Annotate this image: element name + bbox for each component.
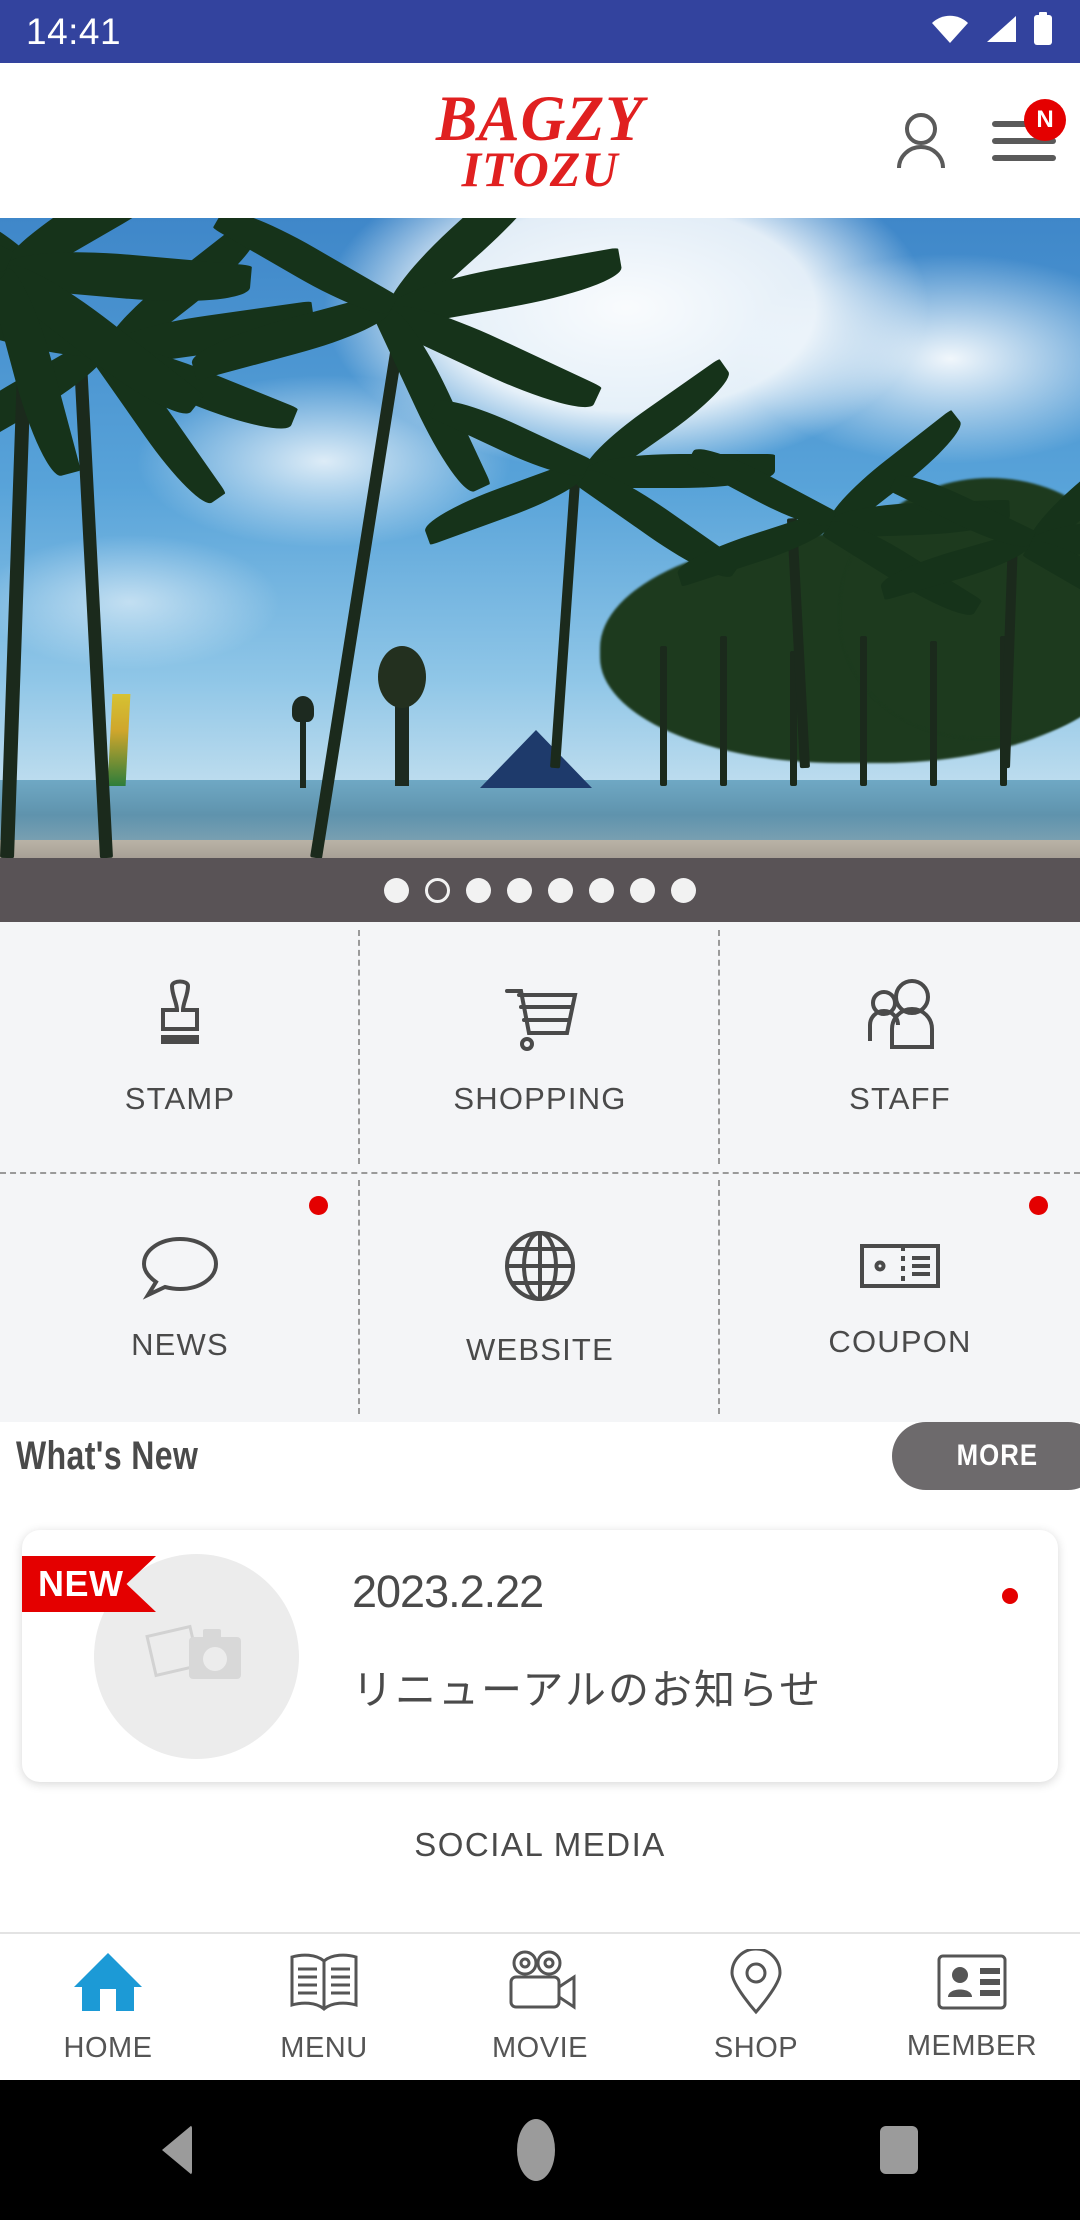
nav-item-label: HOME xyxy=(63,2032,153,2064)
tree-trunk xyxy=(860,636,867,786)
carousel-dot[interactable] xyxy=(548,877,573,903)
news-title: リニューアルのお知らせ xyxy=(352,1667,823,1713)
home-icon xyxy=(72,1949,144,2020)
status-bar: 14:41 xyxy=(0,0,1080,63)
header-actions: N xyxy=(894,98,1066,170)
book-icon xyxy=(286,1949,362,2020)
news-unread-badge xyxy=(309,1196,328,1215)
carousel-dot[interactable] xyxy=(630,877,655,903)
grid-item-shopping[interactable]: SHOPPING xyxy=(360,922,720,1172)
battery-icon xyxy=(1032,12,1054,51)
menu-new-badge: N xyxy=(1024,98,1066,141)
speech-bubble-icon xyxy=(138,1231,222,1301)
carousel-dot[interactable] xyxy=(384,877,409,903)
stamp-icon xyxy=(139,977,221,1055)
account-button[interactable] xyxy=(894,112,948,170)
carousel-dot[interactable] xyxy=(507,877,532,903)
more-button-label: MORE xyxy=(956,1439,1038,1472)
bottom-navigation-bar: HOME MENU MOVIE SHOP MEMBER xyxy=(0,1932,1080,2080)
wifi-icon xyxy=(930,14,970,49)
photo-placeholder-icon xyxy=(144,1615,249,1698)
more-button[interactable]: MORE xyxy=(892,1422,1080,1490)
nav-item-home[interactable]: HOME xyxy=(0,1934,216,2080)
signal-icon xyxy=(983,14,1019,49)
back-triangle-icon[interactable] xyxy=(162,2125,193,2175)
nav-item-label: MENU xyxy=(280,2032,368,2064)
lamp-post xyxy=(292,696,314,788)
carousel-dot-active[interactable] xyxy=(425,877,450,903)
carousel-dot[interactable] xyxy=(466,877,491,903)
grid-item-label: COUPON xyxy=(828,1324,972,1359)
nav-item-menu[interactable]: MENU xyxy=(216,1934,432,2080)
grid-item-staff[interactable]: STAFF xyxy=(720,922,1080,1172)
carousel-pagination[interactable] xyxy=(0,858,1080,922)
android-system-nav xyxy=(0,2080,1080,2220)
recents-square-icon[interactable] xyxy=(879,2126,918,2174)
grid-item-label: SHOPPING xyxy=(453,1081,627,1116)
whats-new-section-header: What's New MORE xyxy=(0,1422,1080,1494)
app-screen: 14:41 BAGZY ITOZU N STAMP SHOPPING STAFF… xyxy=(0,0,1080,2220)
clock-face xyxy=(378,646,426,708)
nav-item-member[interactable]: MEMBER xyxy=(864,1934,1080,2080)
news-card[interactable]: NEW 2023.2.22 リニューアルのお知らせ xyxy=(22,1530,1058,1782)
grid-item-label: NEWS xyxy=(131,1327,229,1362)
news-unread-dot xyxy=(1002,1588,1018,1604)
menu-button[interactable]: N xyxy=(992,98,1066,167)
app-header: BAGZY ITOZU N xyxy=(0,63,1080,218)
grid-item-coupon[interactable]: COUPON xyxy=(720,1172,1080,1422)
coupon-unread-badge xyxy=(1029,1196,1048,1215)
grid-item-label: STAMP xyxy=(124,1081,236,1116)
grid-item-news[interactable]: NEWS xyxy=(0,1172,360,1422)
id-card-icon xyxy=(934,1951,1010,2018)
ticket-icon xyxy=(857,1234,943,1298)
carousel-dot[interactable] xyxy=(589,877,614,903)
tree-trunk xyxy=(660,646,667,786)
social-media-section: SOCIAL MEDIA xyxy=(0,1800,1080,1932)
grid-item-website[interactable]: WEBSITE xyxy=(360,1172,720,1422)
people-icon xyxy=(858,977,942,1055)
globe-icon xyxy=(500,1226,580,1306)
new-ribbon-label: NEW xyxy=(38,1563,124,1604)
shopping-cart-icon xyxy=(497,977,583,1055)
nav-item-shop[interactable]: SHOP xyxy=(648,1934,864,2080)
section-title: What's New xyxy=(16,1434,199,1478)
news-date: 2023.2.22 xyxy=(352,1566,544,1617)
map-pin-icon xyxy=(725,1947,787,2020)
beach-sand xyxy=(0,840,1080,858)
quick-menu-grid: STAMP SHOPPING STAFF NEWS WEBSITE COUPON xyxy=(0,922,1080,1422)
logo-line-1: BAGZY xyxy=(435,82,645,155)
tree-trunk xyxy=(930,641,937,786)
status-bar-clock: 14:41 xyxy=(26,10,122,52)
status-bar-icons xyxy=(930,12,1054,51)
nav-item-label: MEMBER xyxy=(906,2030,1038,2062)
hamburger-menu-icon xyxy=(992,120,1056,171)
grid-item-label: STAFF xyxy=(849,1081,951,1116)
nav-item-movie[interactable]: MOVIE xyxy=(432,1934,648,2080)
grid-item-label: WEBSITE xyxy=(466,1332,614,1367)
hero-carousel-image[interactable] xyxy=(0,218,1080,858)
beach-tent xyxy=(480,730,592,788)
video-camera-icon xyxy=(501,1949,579,2020)
brand-logo[interactable]: BAGZY ITOZU xyxy=(435,82,645,194)
home-circle-icon[interactable] xyxy=(516,2119,555,2181)
grid-item-stamp[interactable]: STAMP xyxy=(0,922,360,1172)
tree-trunk xyxy=(720,636,727,786)
social-media-label: SOCIAL MEDIA xyxy=(414,1826,666,1863)
carousel-dot[interactable] xyxy=(671,877,696,903)
nav-item-label: SHOP xyxy=(713,2032,799,2064)
person-icon xyxy=(894,112,948,174)
nav-item-label: MOVIE xyxy=(492,2032,588,2064)
